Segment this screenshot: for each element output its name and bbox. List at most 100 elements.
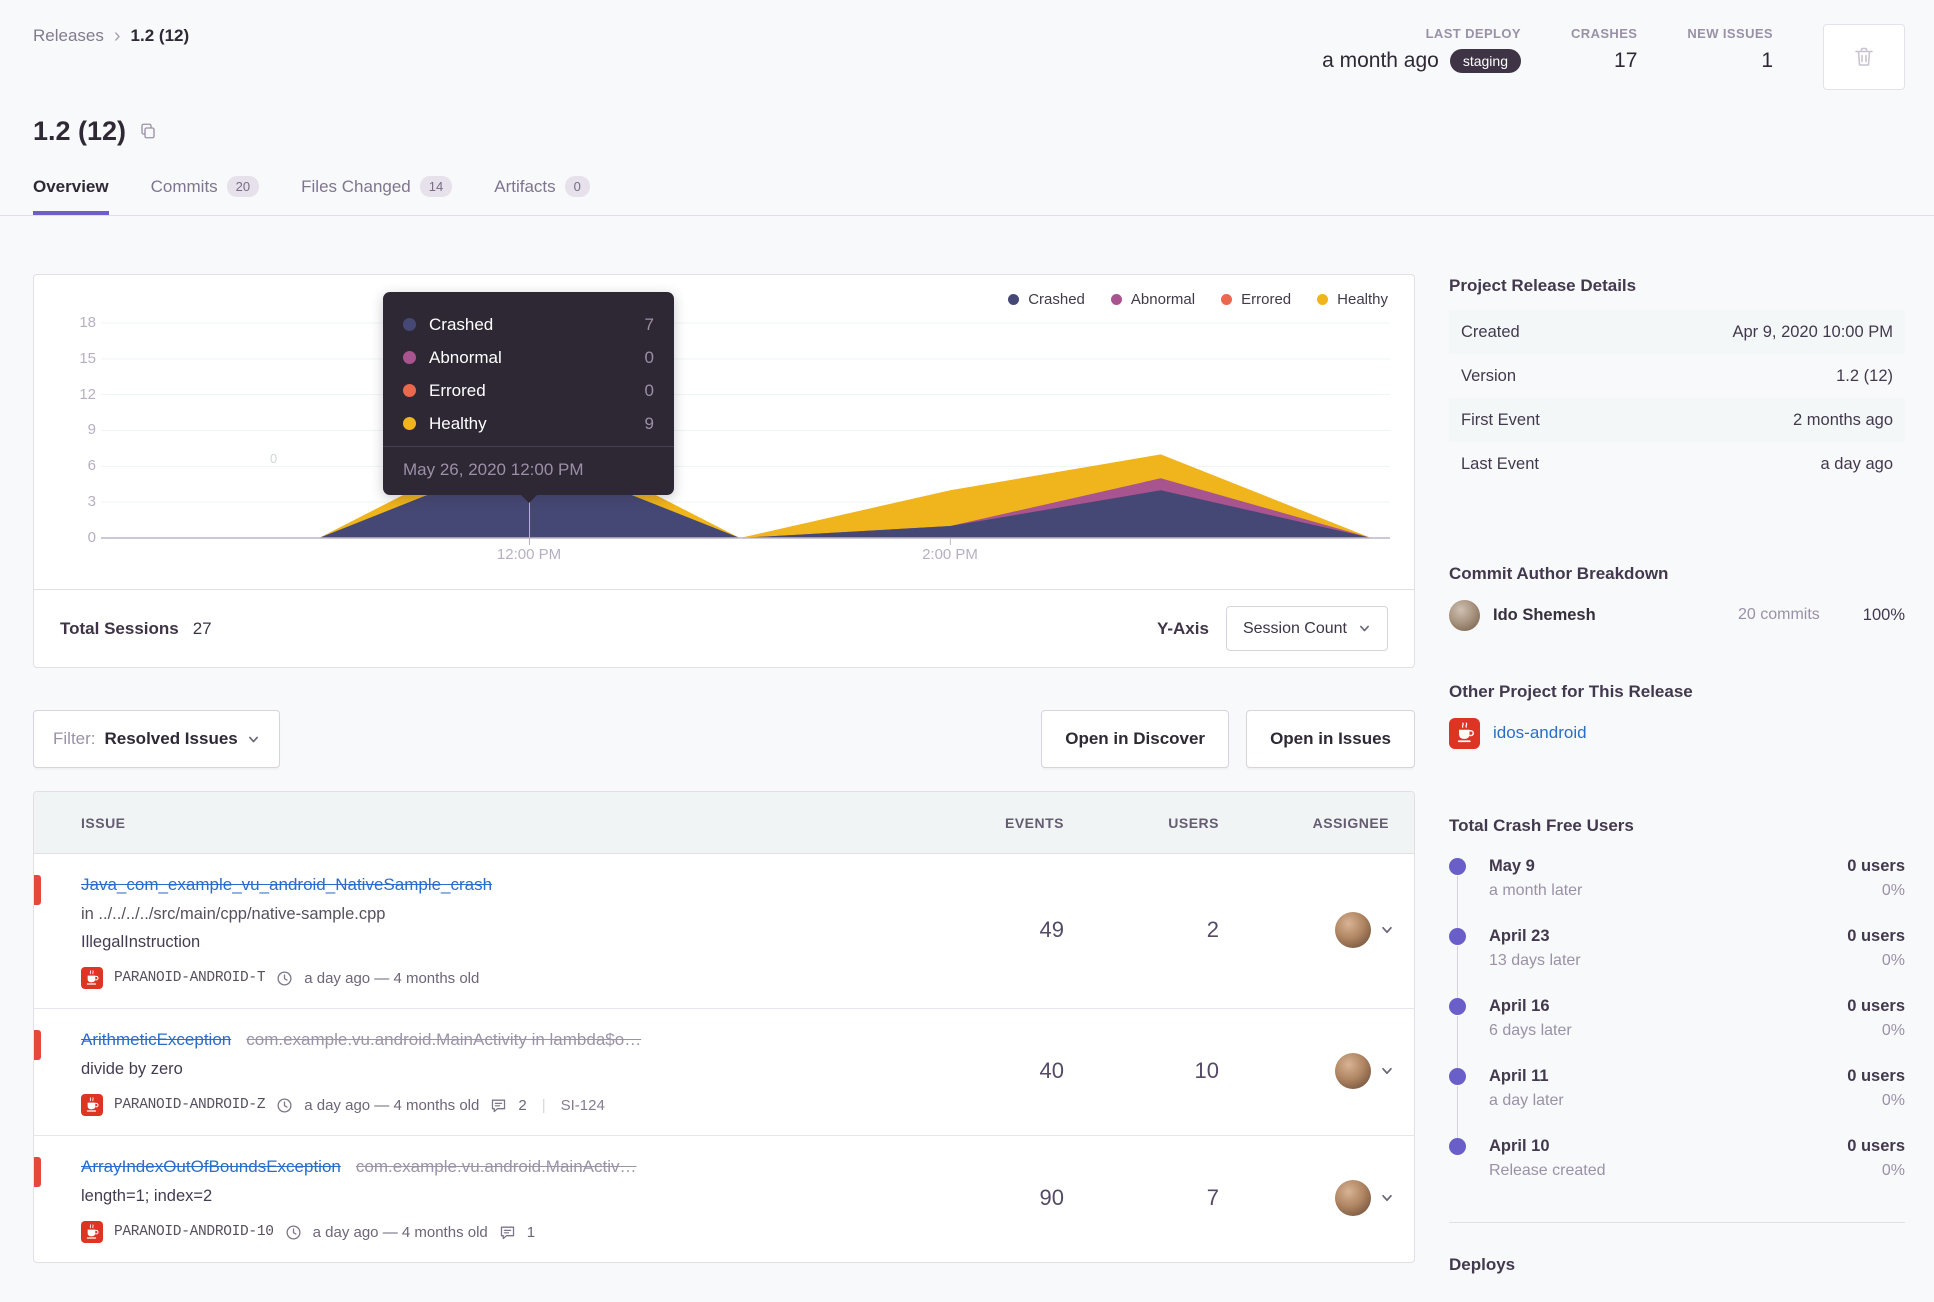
copy-icon xyxy=(139,122,157,140)
stat-last-deploy-label: LAST DEPLOY xyxy=(1425,26,1521,41)
total-sessions-value: 27 xyxy=(192,618,212,638)
y-tick-6: 6 xyxy=(87,457,96,474)
open-in-discover-button[interactable]: Open in Discover xyxy=(1041,710,1230,768)
tab-commits-badge: 20 xyxy=(226,176,260,197)
issue-events-count: 40 xyxy=(1039,1058,1064,1083)
legend-item-errored[interactable]: Errored xyxy=(1221,291,1291,308)
stat-last-deploy-value: a month ago xyxy=(1322,49,1439,72)
abnormal-dot-icon xyxy=(403,351,416,364)
y-tick-3: 3 xyxy=(87,493,96,510)
error-level-indicator xyxy=(34,875,41,905)
java-platform-icon xyxy=(1449,717,1480,749)
timeline-dot xyxy=(1449,928,1466,945)
comment-count: 1 xyxy=(526,1223,536,1241)
issue-culprit: com.example.vu.android.MainActivity in l… xyxy=(246,1030,642,1049)
page-header: Releases › 1.2 (12) LAST DEPLOY a month … xyxy=(0,0,1934,215)
page-title: 1.2 (12) xyxy=(33,115,127,146)
issue-row: Java_com_example_vu_android_NativeSample… xyxy=(34,854,1414,1009)
legend-item-healthy[interactable]: Healthy xyxy=(1317,291,1388,308)
y-tick-15: 15 xyxy=(79,350,96,367)
comment-icon xyxy=(499,1224,516,1241)
copy-version-button[interactable] xyxy=(139,122,157,140)
tab-artifacts-badge: 0 xyxy=(564,176,590,197)
timeline-entry: April 11 a day later 0 users 0% xyxy=(1449,1066,1905,1138)
stat-new-issues: NEW ISSUES 1 xyxy=(1687,26,1773,73)
y-tick-12: 12 xyxy=(79,386,96,403)
issue-events-count: 90 xyxy=(1039,1185,1064,1210)
issue-short-id: PARANOID-ANDROID-Z xyxy=(114,1097,266,1113)
legend-item-crashed[interactable]: Crashed xyxy=(1008,291,1085,308)
y-axis-select[interactable]: Session Count xyxy=(1225,606,1388,651)
tab-files-changed-badge: 14 xyxy=(419,176,453,197)
detail-row-last-event: Last Event a day ago xyxy=(1461,454,1893,473)
x-tick-noon: 12:00 PM xyxy=(496,546,562,563)
issue-events-count: 49 xyxy=(1039,917,1064,942)
detail-row-first-event: First Event 2 months ago xyxy=(1449,398,1905,442)
column-issue: ISSUE xyxy=(81,814,126,831)
issue-title-link[interactable]: Java_com_example_vu_android_NativeSample… xyxy=(81,875,492,894)
other-project-row: idos-android xyxy=(1449,716,1905,750)
assignee-avatar xyxy=(1335,912,1371,948)
java-platform-icon xyxy=(81,967,103,989)
java-platform-icon xyxy=(81,1094,103,1116)
other-project-heading: Other Project for This Release xyxy=(1449,682,1693,701)
environment-badge: staging xyxy=(1449,49,1521,73)
tooltip-row-abnormal: Abnormal 0 xyxy=(403,341,654,374)
chevron-down-icon xyxy=(247,733,260,746)
issue-row: ArithmeticException com.example.vu.androi… xyxy=(34,1009,1414,1136)
breadcrumb-releases-link[interactable]: Releases xyxy=(33,26,104,46)
author-percent: 100% xyxy=(1862,605,1905,624)
clock-icon xyxy=(276,970,293,987)
tooltip-row-healthy: Healthy 9 xyxy=(403,407,654,440)
issues-toolbar: Filter: Resolved Issues Open in Discover… xyxy=(33,710,1415,768)
area-chart-canvas[interactable] xyxy=(34,275,1414,589)
issue-users-count: 2 xyxy=(1206,917,1219,942)
tab-files-changed[interactable]: Files Changed 14 xyxy=(301,176,453,215)
timeline-entry: April 10 Release created 0 users 0% xyxy=(1449,1136,1905,1180)
linked-issue-id: SI-124 xyxy=(560,1096,605,1114)
tab-artifacts[interactable]: Artifacts 0 xyxy=(494,176,590,215)
errored-legend-dot xyxy=(1221,294,1233,305)
issue-age: a day ago — 4 months old xyxy=(304,1096,480,1114)
tab-commits[interactable]: Commits 20 xyxy=(151,176,260,215)
detail-row-version: Version 1.2 (12) xyxy=(1461,366,1893,385)
assignee-dropdown-chevron-icon[interactable] xyxy=(1380,923,1394,937)
detail-row-created: Created Apr 9, 2020 10:00 PM xyxy=(1449,310,1905,354)
issue-title-link[interactable]: ArithmeticException xyxy=(81,1030,231,1049)
issue-age: a day ago — 4 months old xyxy=(304,969,480,987)
issue-age: a day ago — 4 months old xyxy=(312,1223,488,1241)
x-tick-2pm: 2:00 PM xyxy=(922,546,978,563)
other-project-link[interactable]: idos-android xyxy=(1493,723,1587,743)
delete-release-button[interactable] xyxy=(1823,24,1905,90)
column-assignee: ASSIGNEE xyxy=(1312,814,1389,831)
issues-filter-dropdown[interactable]: Filter: Resolved Issues xyxy=(33,710,280,768)
issues-table: ISSUE EVENTS USERS ASSIGNEE Java_com_exa… xyxy=(33,791,1415,1263)
crashed-dot-icon xyxy=(403,318,416,331)
comment-icon xyxy=(490,1097,507,1114)
timeline-entry: April 16 6 days later 0 users 0% xyxy=(1449,996,1905,1068)
tab-overview[interactable]: Overview xyxy=(33,176,109,215)
assignee-avatar xyxy=(1335,1053,1371,1089)
stat-new-issues-label: NEW ISSUES xyxy=(1687,26,1773,41)
legend-item-abnormal[interactable]: Abnormal xyxy=(1110,291,1195,308)
header-stats: LAST DEPLOY a month ago staging CRASHES … xyxy=(1322,24,1905,90)
open-in-issues-button[interactable]: Open in Issues xyxy=(1246,710,1415,768)
assignee-dropdown-chevron-icon[interactable] xyxy=(1380,1191,1394,1205)
issue-title-link[interactable]: ArrayIndexOutOfBoundsException xyxy=(81,1157,341,1176)
chart-tooltip: Crashed 7 Abnormal 0 Errored 0 Healthy 9… xyxy=(383,292,674,503)
stat-new-issues-value: 1 xyxy=(1761,49,1773,72)
issue-location: in ../../../../src/main/cpp/native-sampl… xyxy=(81,905,386,923)
issue-users-count: 7 xyxy=(1206,1185,1219,1210)
crashed-legend-dot xyxy=(1008,294,1020,305)
assignee-avatar xyxy=(1335,1180,1371,1216)
assignee-dropdown-chevron-icon[interactable] xyxy=(1380,1064,1394,1078)
sessions-chart[interactable]: 18 15 12 9 6 3 0 12:00 PM 2:00 PM 0 Cras… xyxy=(34,275,1414,589)
error-level-indicator xyxy=(34,1157,41,1187)
meta-divider: | xyxy=(541,1096,546,1114)
sidebar-divider xyxy=(1449,1222,1905,1223)
clock-icon xyxy=(276,1097,293,1114)
issue-short-id: PARANOID-ANDROID-T xyxy=(114,970,266,986)
chevron-down-icon xyxy=(1358,622,1371,635)
comment-count: 2 xyxy=(518,1096,527,1114)
stray-zero-label: 0 xyxy=(270,451,278,466)
